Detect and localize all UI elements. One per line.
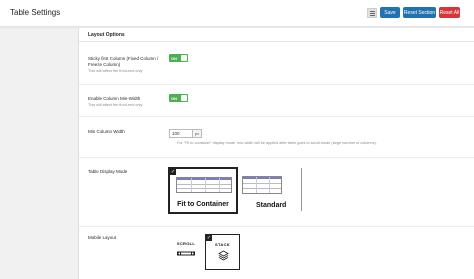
page-title: Table Settings: [10, 8, 61, 17]
mobile-layout-stack-option[interactable]: ✓ STACK: [205, 234, 240, 270]
min-column-width-input[interactable]: [169, 129, 193, 138]
row-divider: [79, 157, 474, 158]
table-display-mode-label: Table Display Mode: [88, 169, 128, 174]
table-preview-icon: [176, 177, 232, 193]
toggle-knob: [181, 95, 187, 101]
min-column-width-label: Min Column Width: [88, 129, 125, 134]
mobile-stack-label: STACK: [215, 242, 230, 247]
toggle-state: ON: [171, 95, 177, 101]
table-preview-icon: [242, 176, 282, 194]
top-bar: Table Settings Save Reset Section Reset …: [0, 0, 474, 27]
column-min-width-toggle[interactable]: ON: [169, 94, 188, 102]
column-min-width-label: Enable Column Min-Width: [88, 96, 141, 101]
unit-label: px: [193, 129, 202, 138]
checkmark-icon: ✓: [206, 235, 212, 241]
display-mode-standard-option[interactable]: Standard: [240, 168, 304, 213]
sticky-column-label: Sticky first Column (Fixed Column / Free…: [88, 56, 159, 67]
mobile-layout-scroll-option[interactable]: SCROLL: [172, 234, 200, 269]
toggle-knob: [181, 55, 187, 61]
column-min-width-description: This will affect the front-end only: [88, 103, 143, 107]
mobile-scroll-label: SCROLL: [176, 241, 196, 246]
display-mode-standard-label: Standard: [256, 202, 287, 209]
section-divider: [79, 41, 474, 42]
row-divider: [79, 84, 474, 85]
standard-overflow-line: [301, 168, 302, 211]
section-title: Layout Options: [88, 32, 125, 38]
reset-section-button[interactable]: Reset Section: [403, 7, 436, 18]
toggle-state: ON: [171, 55, 177, 61]
sticky-column-description: This will affect the front-end only: [88, 69, 143, 73]
mobile-layout-label: Mobile Layout: [88, 235, 117, 240]
row-divider: [79, 116, 474, 117]
scroll-arrows-icon: [177, 251, 195, 256]
display-mode-fit-label: Fit to Container: [177, 201, 229, 208]
min-column-width-field[interactable]: px: [169, 129, 202, 138]
row-divider: [79, 226, 474, 227]
save-button[interactable]: Save: [380, 7, 400, 18]
sticky-column-toggle[interactable]: ON: [169, 54, 188, 62]
min-column-width-description: For "Fit to container" display mode, min…: [177, 141, 377, 145]
reset-all-button[interactable]: Reset All: [439, 7, 460, 18]
menu-icon[interactable]: [367, 8, 377, 18]
display-mode-fit-option[interactable]: ✓ Fit to Container: [169, 168, 237, 213]
checkmark-icon: ✓: [170, 169, 176, 175]
stack-layers-icon: [218, 250, 229, 261]
